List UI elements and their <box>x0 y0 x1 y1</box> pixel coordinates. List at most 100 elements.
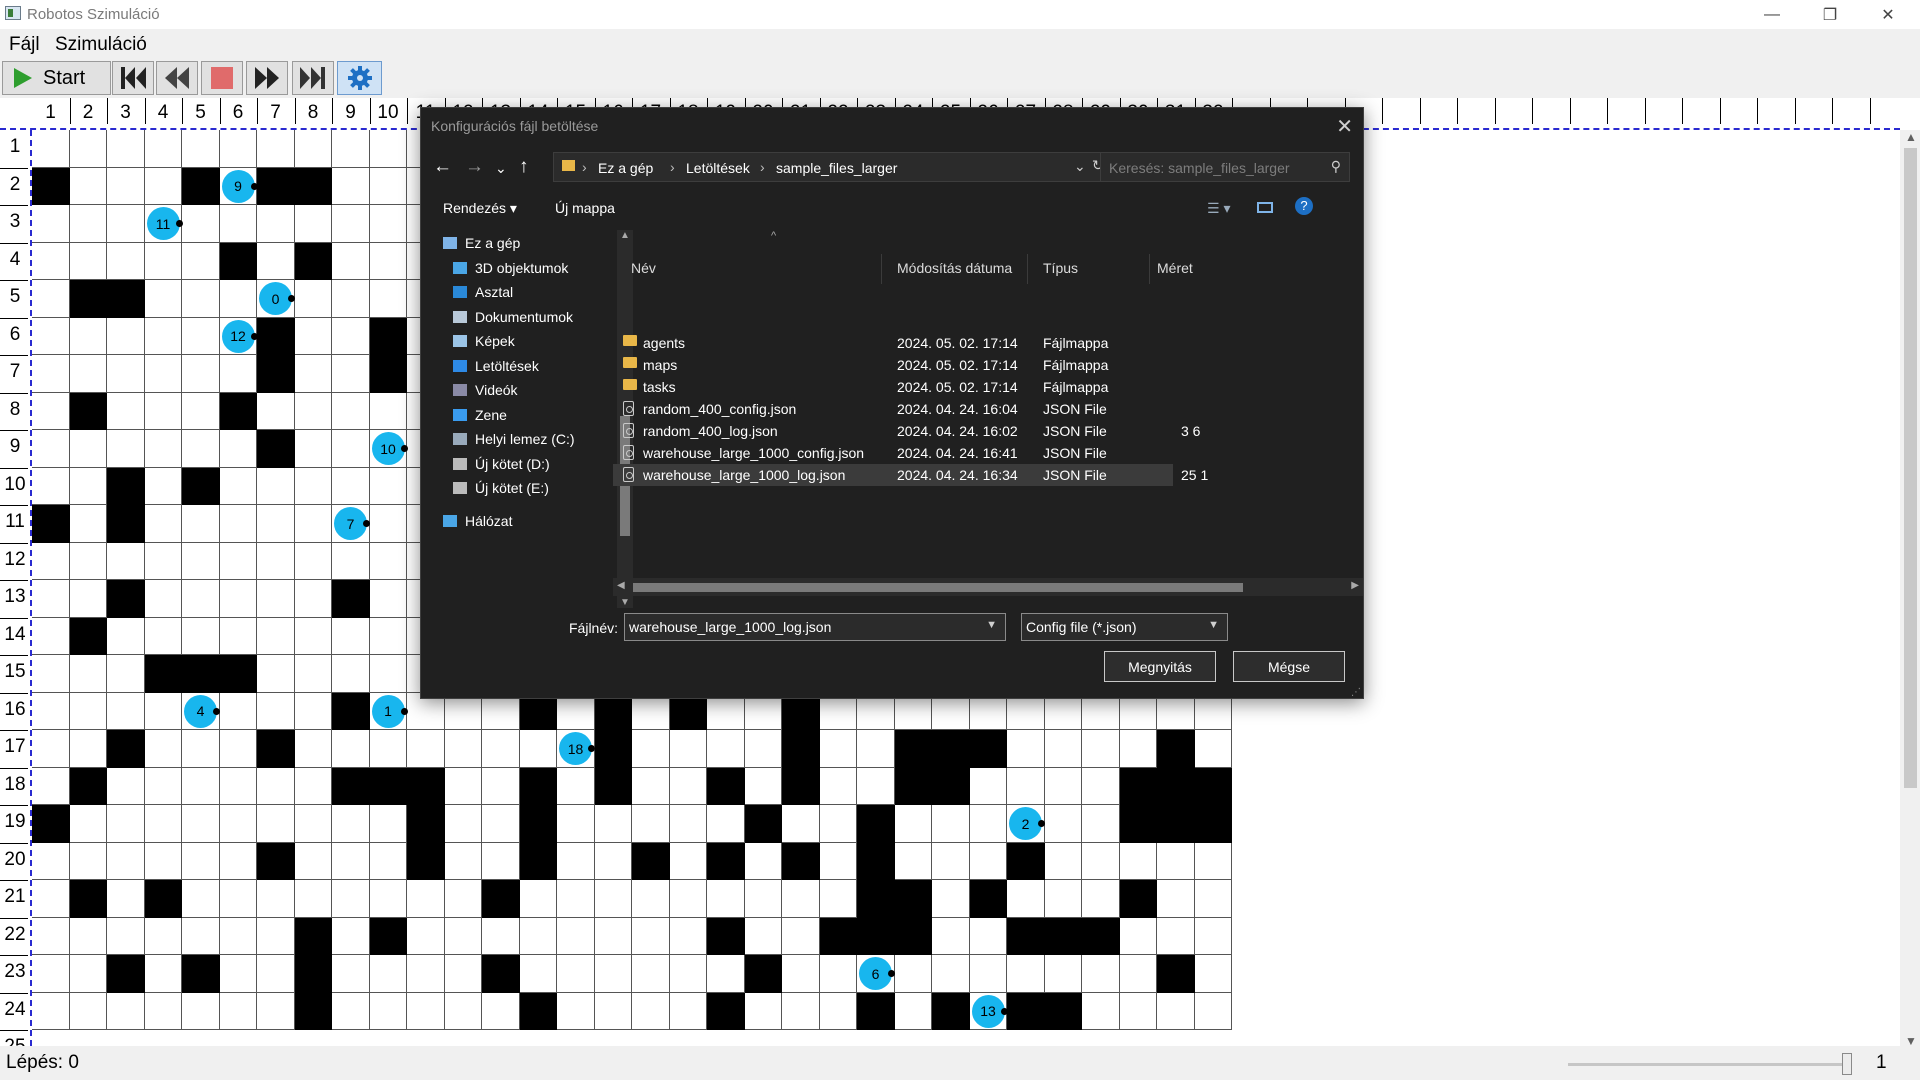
floor-cell[interactable] <box>219 130 257 168</box>
floor-cell[interactable] <box>219 917 257 955</box>
floor-cell[interactable] <box>744 767 782 805</box>
floor-cell[interactable] <box>744 730 782 768</box>
wall-cell[interactable] <box>857 992 895 1030</box>
floor-cell[interactable] <box>332 430 370 468</box>
wall-cell[interactable] <box>969 880 1007 918</box>
start-button[interactable]: Start <box>2 61 111 95</box>
robot-agent[interactable]: 7 <box>334 507 370 540</box>
floor-cell[interactable] <box>182 355 220 393</box>
floor-cell[interactable] <box>144 955 182 993</box>
wall-cell[interactable] <box>894 880 932 918</box>
floor-cell[interactable] <box>332 242 370 280</box>
floor-cell[interactable] <box>1194 880 1232 918</box>
floor-cell[interactable] <box>32 955 70 993</box>
floor-cell[interactable] <box>1157 880 1195 918</box>
wall-cell[interactable] <box>1119 805 1157 843</box>
robot-agent[interactable]: 10 <box>371 432 408 465</box>
floor-cell[interactable] <box>107 205 145 243</box>
floor-cell[interactable] <box>69 580 107 618</box>
floor-cell[interactable] <box>182 205 220 243</box>
folder-row[interactable]: agents 2024. 05. 02. 17:14 Fájlmappa <box>613 332 1173 354</box>
floor-cell[interactable] <box>932 842 970 880</box>
wall-cell[interactable] <box>332 692 370 730</box>
floor-cell[interactable] <box>932 955 970 993</box>
floor-cell[interactable] <box>32 617 70 655</box>
robot-agent[interactable]: 2 <box>1009 807 1045 840</box>
floor-cell[interactable] <box>557 767 595 805</box>
wall-cell[interactable] <box>482 955 520 993</box>
stop-button[interactable] <box>201 61 243 95</box>
wall-cell[interactable] <box>144 655 182 693</box>
floor-cell[interactable] <box>257 767 295 805</box>
floor-cell[interactable] <box>69 167 107 205</box>
floor-cell[interactable] <box>32 992 70 1030</box>
floor-cell[interactable] <box>69 355 107 393</box>
speed-slider-track[interactable] <box>1568 1063 1850 1066</box>
floor-cell[interactable] <box>107 617 145 655</box>
floor-cell[interactable] <box>557 992 595 1030</box>
floor-cell[interactable] <box>894 805 932 843</box>
floor-cell[interactable] <box>819 730 857 768</box>
preview-pane-icon[interactable] <box>1257 202 1273 213</box>
floor-cell[interactable] <box>69 955 107 993</box>
floor-cell[interactable] <box>69 655 107 693</box>
wall-cell[interactable] <box>894 917 932 955</box>
floor-cell[interactable] <box>444 767 482 805</box>
wall-cell[interactable] <box>107 580 145 618</box>
file-row[interactable]: warehouse_large_1000_log.json 2024. 04. 2… <box>613 464 1208 486</box>
robot-agent[interactable]: 0 <box>259 282 295 315</box>
floor-cell[interactable] <box>782 992 820 1030</box>
floor-cell[interactable] <box>744 880 782 918</box>
floor-cell[interactable] <box>1194 730 1232 768</box>
floor-cell[interactable] <box>444 955 482 993</box>
floor-cell[interactable] <box>182 242 220 280</box>
column-separator[interactable] <box>881 254 882 284</box>
file-row[interactable]: random_400_log.json 2024. 04. 24. 16:02 JS… <box>613 420 1200 442</box>
floor-cell[interactable] <box>369 880 407 918</box>
wall-cell[interactable] <box>369 317 407 355</box>
floor-cell[interactable] <box>1194 842 1232 880</box>
floor-cell[interactable] <box>1194 955 1232 993</box>
floor-cell[interactable] <box>369 280 407 318</box>
floor-cell[interactable] <box>1157 842 1195 880</box>
floor-cell[interactable] <box>332 280 370 318</box>
floor-cell[interactable] <box>294 505 332 543</box>
floor-cell[interactable] <box>407 992 445 1030</box>
address-bar[interactable]: › Ez a gép › Letöltések › sample_files_l… <box>553 152 1191 182</box>
floor-cell[interactable] <box>69 467 107 505</box>
floor-cell[interactable] <box>32 355 70 393</box>
wall-cell[interactable] <box>107 467 145 505</box>
wall-cell[interactable] <box>69 392 107 430</box>
nav-item[interactable]: Asztal <box>453 279 513 305</box>
floor-cell[interactable] <box>294 842 332 880</box>
floor-cell[interactable] <box>707 955 745 993</box>
floor-cell[interactable] <box>182 805 220 843</box>
floor-cell[interactable] <box>332 467 370 505</box>
wall-cell[interactable] <box>257 317 295 355</box>
floor-cell[interactable] <box>782 805 820 843</box>
wall-cell[interactable] <box>182 655 220 693</box>
wall-cell[interactable] <box>32 505 70 543</box>
wall-cell[interactable] <box>257 730 295 768</box>
wall-cell[interactable] <box>294 917 332 955</box>
floor-cell[interactable] <box>32 692 70 730</box>
floor-cell[interactable] <box>144 692 182 730</box>
wall-cell[interactable] <box>707 767 745 805</box>
wall-cell[interactable] <box>932 730 970 768</box>
floor-cell[interactable] <box>219 880 257 918</box>
open-button[interactable]: Megnyitás <box>1104 651 1216 682</box>
floor-cell[interactable] <box>669 842 707 880</box>
floor-cell[interactable] <box>819 955 857 993</box>
floor-cell[interactable] <box>369 617 407 655</box>
nav-item[interactable]: Helyi lemez (C:) <box>453 426 575 452</box>
nav-item[interactable]: Hálózat <box>443 508 512 534</box>
floor-cell[interactable] <box>519 955 557 993</box>
floor-cell[interactable] <box>444 992 482 1030</box>
floor-cell[interactable] <box>332 130 370 168</box>
floor-cell[interactable] <box>557 955 595 993</box>
floor-cell[interactable] <box>144 992 182 1030</box>
floor-cell[interactable] <box>369 730 407 768</box>
floor-cell[interactable] <box>257 205 295 243</box>
floor-cell[interactable] <box>32 842 70 880</box>
floor-cell[interactable] <box>332 992 370 1030</box>
